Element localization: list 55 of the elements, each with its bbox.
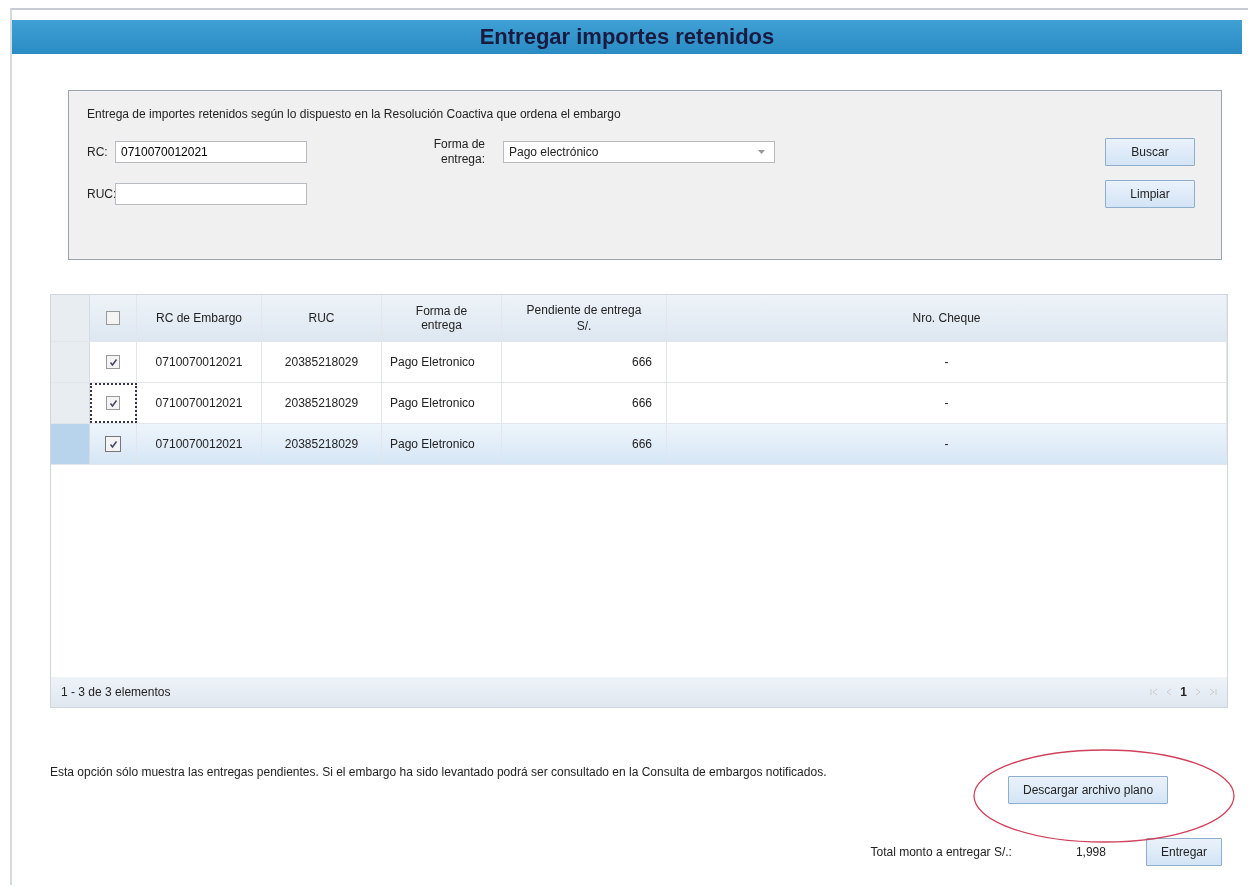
column-header[interactable]: Pendiente de entrega S/. [502, 295, 667, 341]
table-cell: 0710070012021 [137, 383, 262, 423]
column-header[interactable]: RC de Embargo [137, 295, 262, 341]
row-selector[interactable] [51, 342, 90, 382]
note-text: Esta opción sólo muestra las entregas pendientes. Si el embargo ha sido levantado podrá ser consultado en la Consulta de embargos notificados. [50, 764, 828, 781]
download-button[interactable]: Descargar archivo plano [1008, 776, 1169, 804]
first-page-icon[interactable] [1150, 688, 1159, 696]
column-header[interactable]: Forma de entrega [382, 295, 502, 341]
description-text: Entrega de importes retenidos según lo dispuesto en la Resolución Coactiva que ordena el embargo [87, 107, 622, 121]
total-label: Total monto a entregar S/.: [870, 845, 1012, 859]
column-header[interactable]: Nro. Cheque [667, 295, 1227, 341]
next-page-icon[interactable] [1195, 688, 1201, 696]
row-selector[interactable] [51, 383, 90, 423]
table-row[interactable]: 0710070012021 20385218029 Pago Eletronico 666 - [51, 383, 1227, 424]
clear-button[interactable]: Limpiar [1105, 180, 1195, 208]
pager-info: 1 - 3 de 3 elementos [61, 685, 171, 699]
checkbox[interactable] [106, 355, 120, 369]
table-cell: 20385218029 [262, 424, 382, 464]
checkbox[interactable] [105, 436, 121, 452]
table-cell: Pago Eletronico [382, 342, 502, 382]
input-field[interactable]: 0710070012021 [115, 141, 307, 163]
checkbox[interactable] [106, 311, 120, 325]
column-header[interactable]: RUC [262, 295, 382, 341]
input-field[interactable] [115, 183, 307, 205]
table-cell: 0710070012021 [137, 342, 262, 382]
table-cell: 666 [502, 342, 667, 382]
table-cell: - [667, 342, 1227, 382]
table-cell: 0710070012021 [137, 424, 262, 464]
last-page-icon[interactable] [1209, 688, 1217, 696]
table-cell: 666 [502, 383, 667, 423]
previous-page-icon[interactable] [1166, 688, 1173, 696]
check-icon [108, 357, 118, 367]
table-cell: Pago Eletronico [382, 424, 502, 464]
table-cell: Pago Eletronico [382, 383, 502, 423]
table-row[interactable]: 0710070012021 20385218029 Pago Eletronico 666 - [51, 424, 1227, 465]
table-cell: 666 [502, 424, 667, 464]
checkbox[interactable] [106, 396, 120, 410]
field-label: RC: [87, 145, 109, 159]
search-button[interactable]: Buscar [1105, 138, 1195, 166]
row-selector[interactable] [51, 424, 90, 464]
check-icon [108, 398, 118, 408]
table-cell: - [667, 383, 1227, 423]
caret-icon [757, 149, 766, 155]
table-cell: 20385218029 [262, 383, 382, 423]
deliver-button[interactable]: Entregar [1145, 838, 1222, 866]
dropdown[interactable]: Pago electrónico [503, 141, 775, 163]
check-icon [108, 439, 118, 449]
table-cell: - [667, 424, 1227, 464]
field-label: RUC: [87, 187, 115, 201]
table-row[interactable]: 0710070012021 20385218029 Pago Eletronico 666 - [51, 342, 1227, 383]
page-number[interactable]: 1 [1180, 685, 1187, 699]
total-value: 1,998 [1075, 845, 1106, 859]
field-label: Forma de entrega: [432, 137, 485, 167]
table-cell: 20385218029 [262, 342, 382, 382]
page-title: Entregar importes retenidos [479, 24, 775, 50]
